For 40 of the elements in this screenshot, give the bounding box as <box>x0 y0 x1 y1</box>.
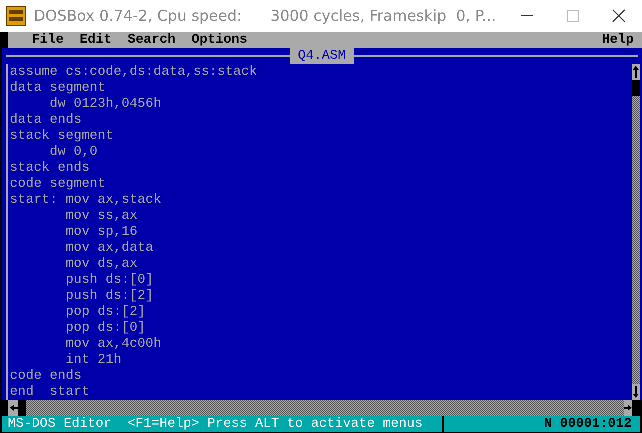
code-line: end start <box>10 384 91 400</box>
code-line: dw 0,0 <box>48 144 99 160</box>
code-line: code ends <box>10 368 83 384</box>
scroll-thumb[interactable] <box>632 80 640 96</box>
code-line: pop ds:[2] <box>64 304 147 320</box>
code-line: data segment <box>10 80 107 96</box>
menu-item[interactable]: Search <box>120 32 184 48</box>
menu-item[interactable]: Edit <box>72 32 120 48</box>
cursor-position: N 00001:012 <box>442 416 640 432</box>
code-line: code segment <box>10 176 107 192</box>
scroll-up-icon[interactable] <box>632 64 640 80</box>
code-line: mov ss,ax <box>64 208 139 224</box>
code-line: mov ax,data <box>64 240 155 256</box>
scroll-thumb[interactable] <box>18 400 26 416</box>
code-line: data ends <box>10 112 83 128</box>
scroll-left-icon[interactable] <box>10 400 18 416</box>
file-title: Q4.ASM <box>290 48 354 64</box>
horizontal-scrollbar[interactable] <box>10 400 632 416</box>
code-line: start: mov ax,stack <box>10 192 163 208</box>
menu-item[interactable]: File <box>24 32 72 48</box>
code-line: int 21h <box>64 352 123 368</box>
close-icon[interactable] <box>612 9 626 23</box>
menu-item[interactable]: Help <box>594 32 642 48</box>
window-title: DOSBox 0.74-2, Cpu speed: 3000 cycles, Frameskip 0, P... <box>34 7 498 25</box>
code-line: mov sp,16 <box>64 224 139 240</box>
scroll-right-icon[interactable] <box>624 400 632 416</box>
code-line: assume cs:code,ds:data,ss:stack <box>10 64 258 80</box>
code-line: mov ds,ax <box>64 256 139 272</box>
code-line: push ds:[0] <box>64 272 155 288</box>
code-line: pop ds:[0] <box>64 320 147 336</box>
code-line: push ds:[2] <box>64 288 155 304</box>
menu-item[interactable]: Options <box>184 32 256 48</box>
code-line: stack ends <box>10 160 91 176</box>
app-icon <box>6 6 26 26</box>
status-message: MS-DOS Editor <F1=Help> Press ALT to activate menus <box>7 416 424 432</box>
code-line: stack segment <box>10 128 115 144</box>
code-line: dw 0123h,0456h <box>48 96 163 112</box>
code-line: mov ax,4c00h <box>64 336 163 352</box>
scroll-down-icon[interactable] <box>632 384 640 400</box>
vertical-scrollbar[interactable] <box>632 64 640 400</box>
